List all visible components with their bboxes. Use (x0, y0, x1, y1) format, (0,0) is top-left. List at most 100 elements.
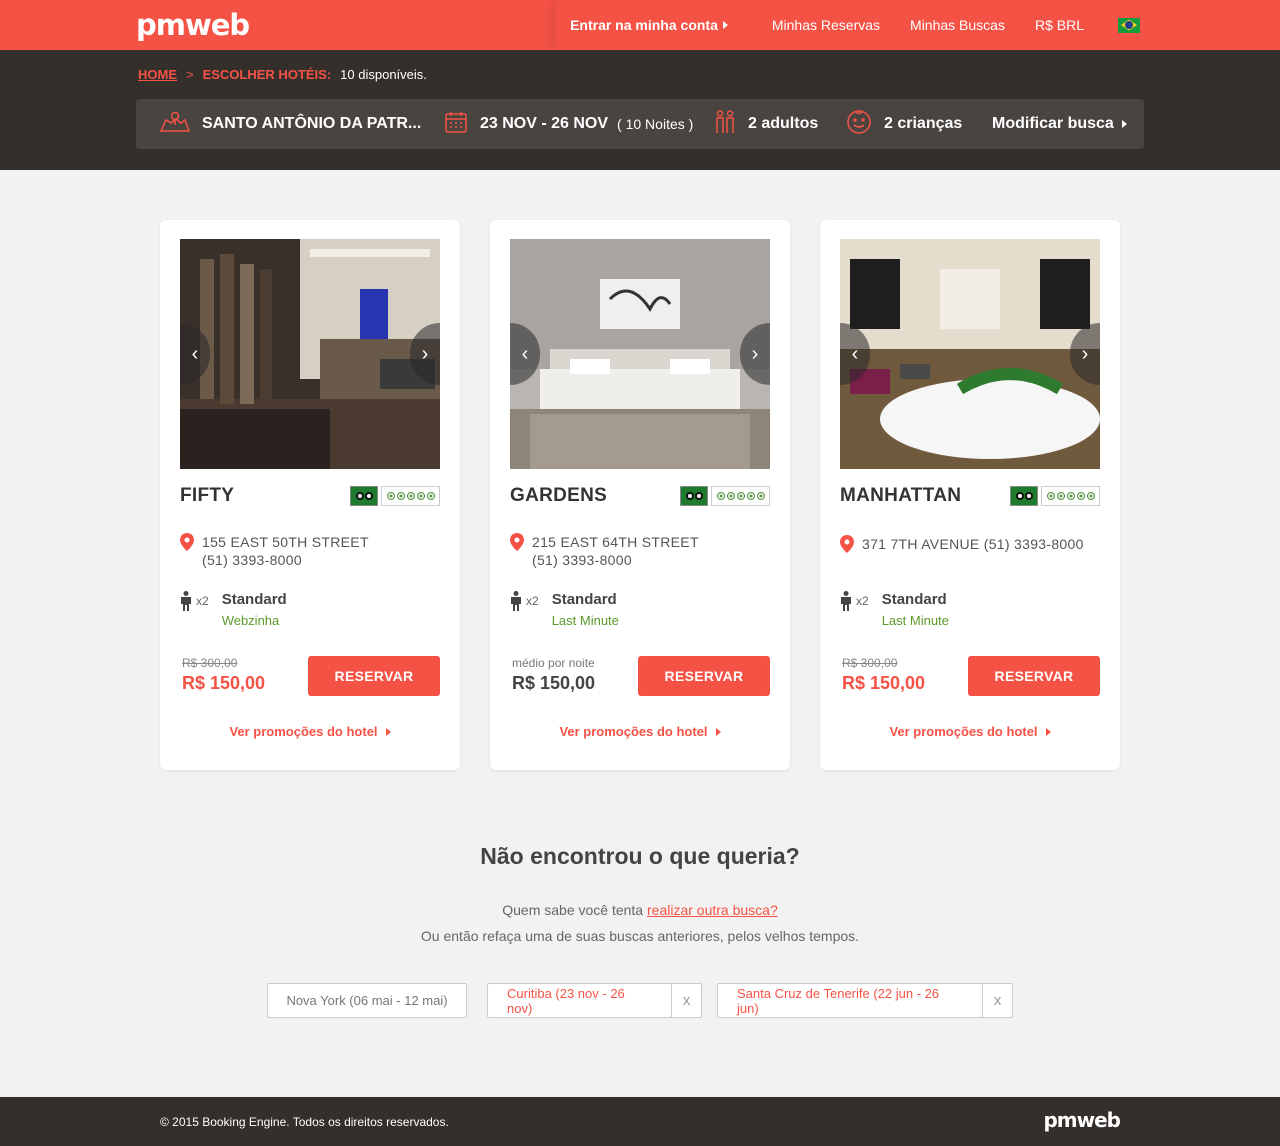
hotel-photo: ‹ › (180, 239, 440, 469)
breadcrumb-home[interactable]: HOME (138, 67, 177, 82)
address-street: 215 EAST 64TH STREET (532, 534, 699, 550)
hotel-promotions-link[interactable]: Ver promoções do hotel (490, 724, 790, 739)
promotions-label: Ver promoções do hotel (559, 724, 708, 739)
person-icon (841, 591, 851, 611)
new-search-link[interactable]: realizar outra busca? (647, 902, 778, 918)
my-searches-link[interactable]: Minhas Buscas (910, 17, 1005, 33)
previous-search-label: Santa Cruz de Tenerife (22 jun - 26 jun) (737, 985, 940, 1016)
previous-search-label: Curitiba (23 nov - 26 nov) (507, 985, 625, 1016)
old-price: R$ 300,00 (842, 656, 898, 670)
search-summary-bar: SANTO ANTÔNIO DA PATR... 23 NOV - 26 NOV… (136, 99, 1144, 149)
hotel-name[interactable]: FIFTY (180, 485, 234, 507)
remove-search-button[interactable]: x (982, 984, 1012, 1017)
breadcrumb-current: ESCOLHER HOTÉIS: (202, 67, 332, 82)
current-price: R$ 150,00 (512, 673, 596, 693)
address-phone: (51) 3393-8000 (983, 536, 1084, 552)
room-type: Standard (881, 591, 947, 608)
currency-selector[interactable]: R$ BRL (1035, 17, 1084, 33)
reserve-button[interactable]: RESERVAR (968, 656, 1100, 696)
previous-search-label: Nova York (06 mai - 12 mai) (286, 993, 448, 1008)
footer-pmweb-logo[interactable]: pmweb (1043, 1108, 1121, 1132)
reserve-button[interactable]: RESERVAR (638, 656, 770, 696)
previous-search-chip[interactable]: Curitiba (23 nov - 26 nov) x (487, 983, 702, 1018)
pmweb-logo[interactable]: pmweb (136, 8, 250, 42)
hotel-card: ‹ › MANHATTAN 371 7TH AVENUE (51) 3393-8… (820, 220, 1120, 770)
rate-name: Webzinha (221, 613, 280, 628)
breadcrumb: HOME > ESCOLHER HOTÉIS: 10 disponíveis. (138, 67, 427, 82)
price-block: R$ 300,00 R$ 150,00 (842, 656, 925, 694)
copyright-text: © 2015 Booking Engine. Todos os direitos… (160, 1115, 449, 1129)
tripadvisor-rating (350, 486, 440, 506)
location-pin-icon (510, 533, 524, 551)
child-face-icon (846, 109, 872, 140)
hotel-card: ‹ › FIFTY 155 EAST 50TH STREET (51) 3393… (160, 220, 460, 770)
modify-search-button[interactable]: Modificar busca (992, 99, 1127, 149)
tripadvisor-owl-icon (1010, 486, 1038, 506)
tripadvisor-rating (1010, 486, 1100, 506)
nights-text: ( 10 Noites ) (617, 116, 694, 132)
login-label: Entrar na minha conta (570, 17, 718, 33)
adults-field[interactable]: 2 adultos (714, 99, 818, 149)
room-info: x2 Standard Last Minute (840, 591, 949, 628)
price-label: médio por noite (512, 656, 595, 670)
previous-search-chip[interactable]: Santa Cruz de Tenerife (22 jun - 26 jun)… (717, 983, 1013, 1018)
top-nav: Entrar na minha conta Minhas Reservas Mi… (556, 0, 1140, 50)
tripadvisor-owl-icon (350, 486, 378, 506)
location-pin-icon (840, 535, 854, 553)
map-pin-icon (159, 111, 191, 138)
breadcrumb-separator: > (186, 67, 194, 82)
remove-search-button[interactable]: x (671, 984, 701, 1017)
caret-right-icon (1121, 120, 1127, 128)
destination-text: SANTO ANTÔNIO DA PATR... (202, 115, 422, 132)
caret-right-icon (385, 727, 391, 736)
guest-count: x2 (196, 594, 209, 608)
not-found-title: Não encontrou o que queria? (480, 843, 800, 869)
login-link[interactable]: Entrar na minha conta (556, 0, 742, 50)
caret-right-icon (722, 21, 728, 29)
footer: © 2015 Booking Engine. Todos os direitos… (0, 1097, 1280, 1146)
dates-text: 23 NOV - 26 NOV (480, 115, 609, 132)
hotel-name[interactable]: MANHATTAN (840, 485, 961, 507)
caret-right-icon (1045, 727, 1051, 736)
hotel-name[interactable]: GARDENS (510, 485, 607, 507)
available-count: 10 disponíveis. (340, 67, 427, 82)
reserve-button[interactable]: RESERVAR (308, 656, 440, 696)
current-price: R$ 150,00 (182, 673, 266, 693)
brazil-flag-icon[interactable] (1118, 17, 1140, 33)
address-street: 155 EAST 50TH STREET (202, 534, 369, 550)
children-text: 2 crianças (884, 115, 963, 132)
room-info: x2 Standard Webzinha (180, 591, 287, 628)
promotions-label: Ver promoções do hotel (889, 724, 1038, 739)
room-type: Standard (221, 591, 287, 608)
location-pin-icon (180, 533, 194, 551)
not-found-line2: Ou então refaça uma de suas buscas anter… (420, 928, 860, 944)
rate-name: Last Minute (881, 613, 949, 628)
guest-count: x2 (856, 594, 869, 608)
tripadvisor-rating (680, 486, 770, 506)
price-block: médio por noite R$ 150,00 (512, 656, 595, 694)
address-phone: (51) 3393-8000 (532, 552, 632, 568)
tripadvisor-owl-icon (680, 486, 708, 506)
rating-dots (1041, 486, 1100, 506)
children-field[interactable]: 2 crianças (846, 99, 962, 149)
top-bar: pmweb Entrar na minha conta Minhas Reser… (0, 0, 1280, 50)
address-street: 371 7TH AVENUE (862, 536, 980, 552)
hotel-address: 155 EAST 50TH STREET (51) 3393-8000 (180, 533, 440, 569)
rate-name: Last Minute (551, 613, 619, 628)
calendar-icon (444, 110, 468, 139)
not-found-prefix: Quem sabe você tenta (502, 902, 647, 918)
destination-field[interactable]: SANTO ANTÔNIO DA PATR... (159, 99, 422, 149)
adults-text: 2 adultos (748, 115, 819, 132)
hotel-promotions-link[interactable]: Ver promoções do hotel (820, 724, 1120, 739)
adults-icon (714, 109, 736, 139)
hotel-photo: ‹ › (840, 239, 1100, 469)
dates-field[interactable]: 23 NOV - 26 NOV ( 10 Noites ) (444, 99, 693, 149)
promotions-label: Ver promoções do hotel (229, 724, 378, 739)
guest-count: x2 (526, 594, 539, 608)
my-reservations-link[interactable]: Minhas Reservas (772, 17, 880, 33)
hotel-promotions-link[interactable]: Ver promoções do hotel (160, 724, 460, 739)
hotel-address: 371 7TH AVENUE (51) 3393-8000 (840, 535, 1100, 553)
rating-dots (711, 486, 770, 506)
previous-search-chip[interactable]: Nova York (06 mai - 12 mai) (267, 983, 467, 1018)
not-found-line1: Quem sabe você tenta realizar outra busc… (0, 902, 1280, 918)
